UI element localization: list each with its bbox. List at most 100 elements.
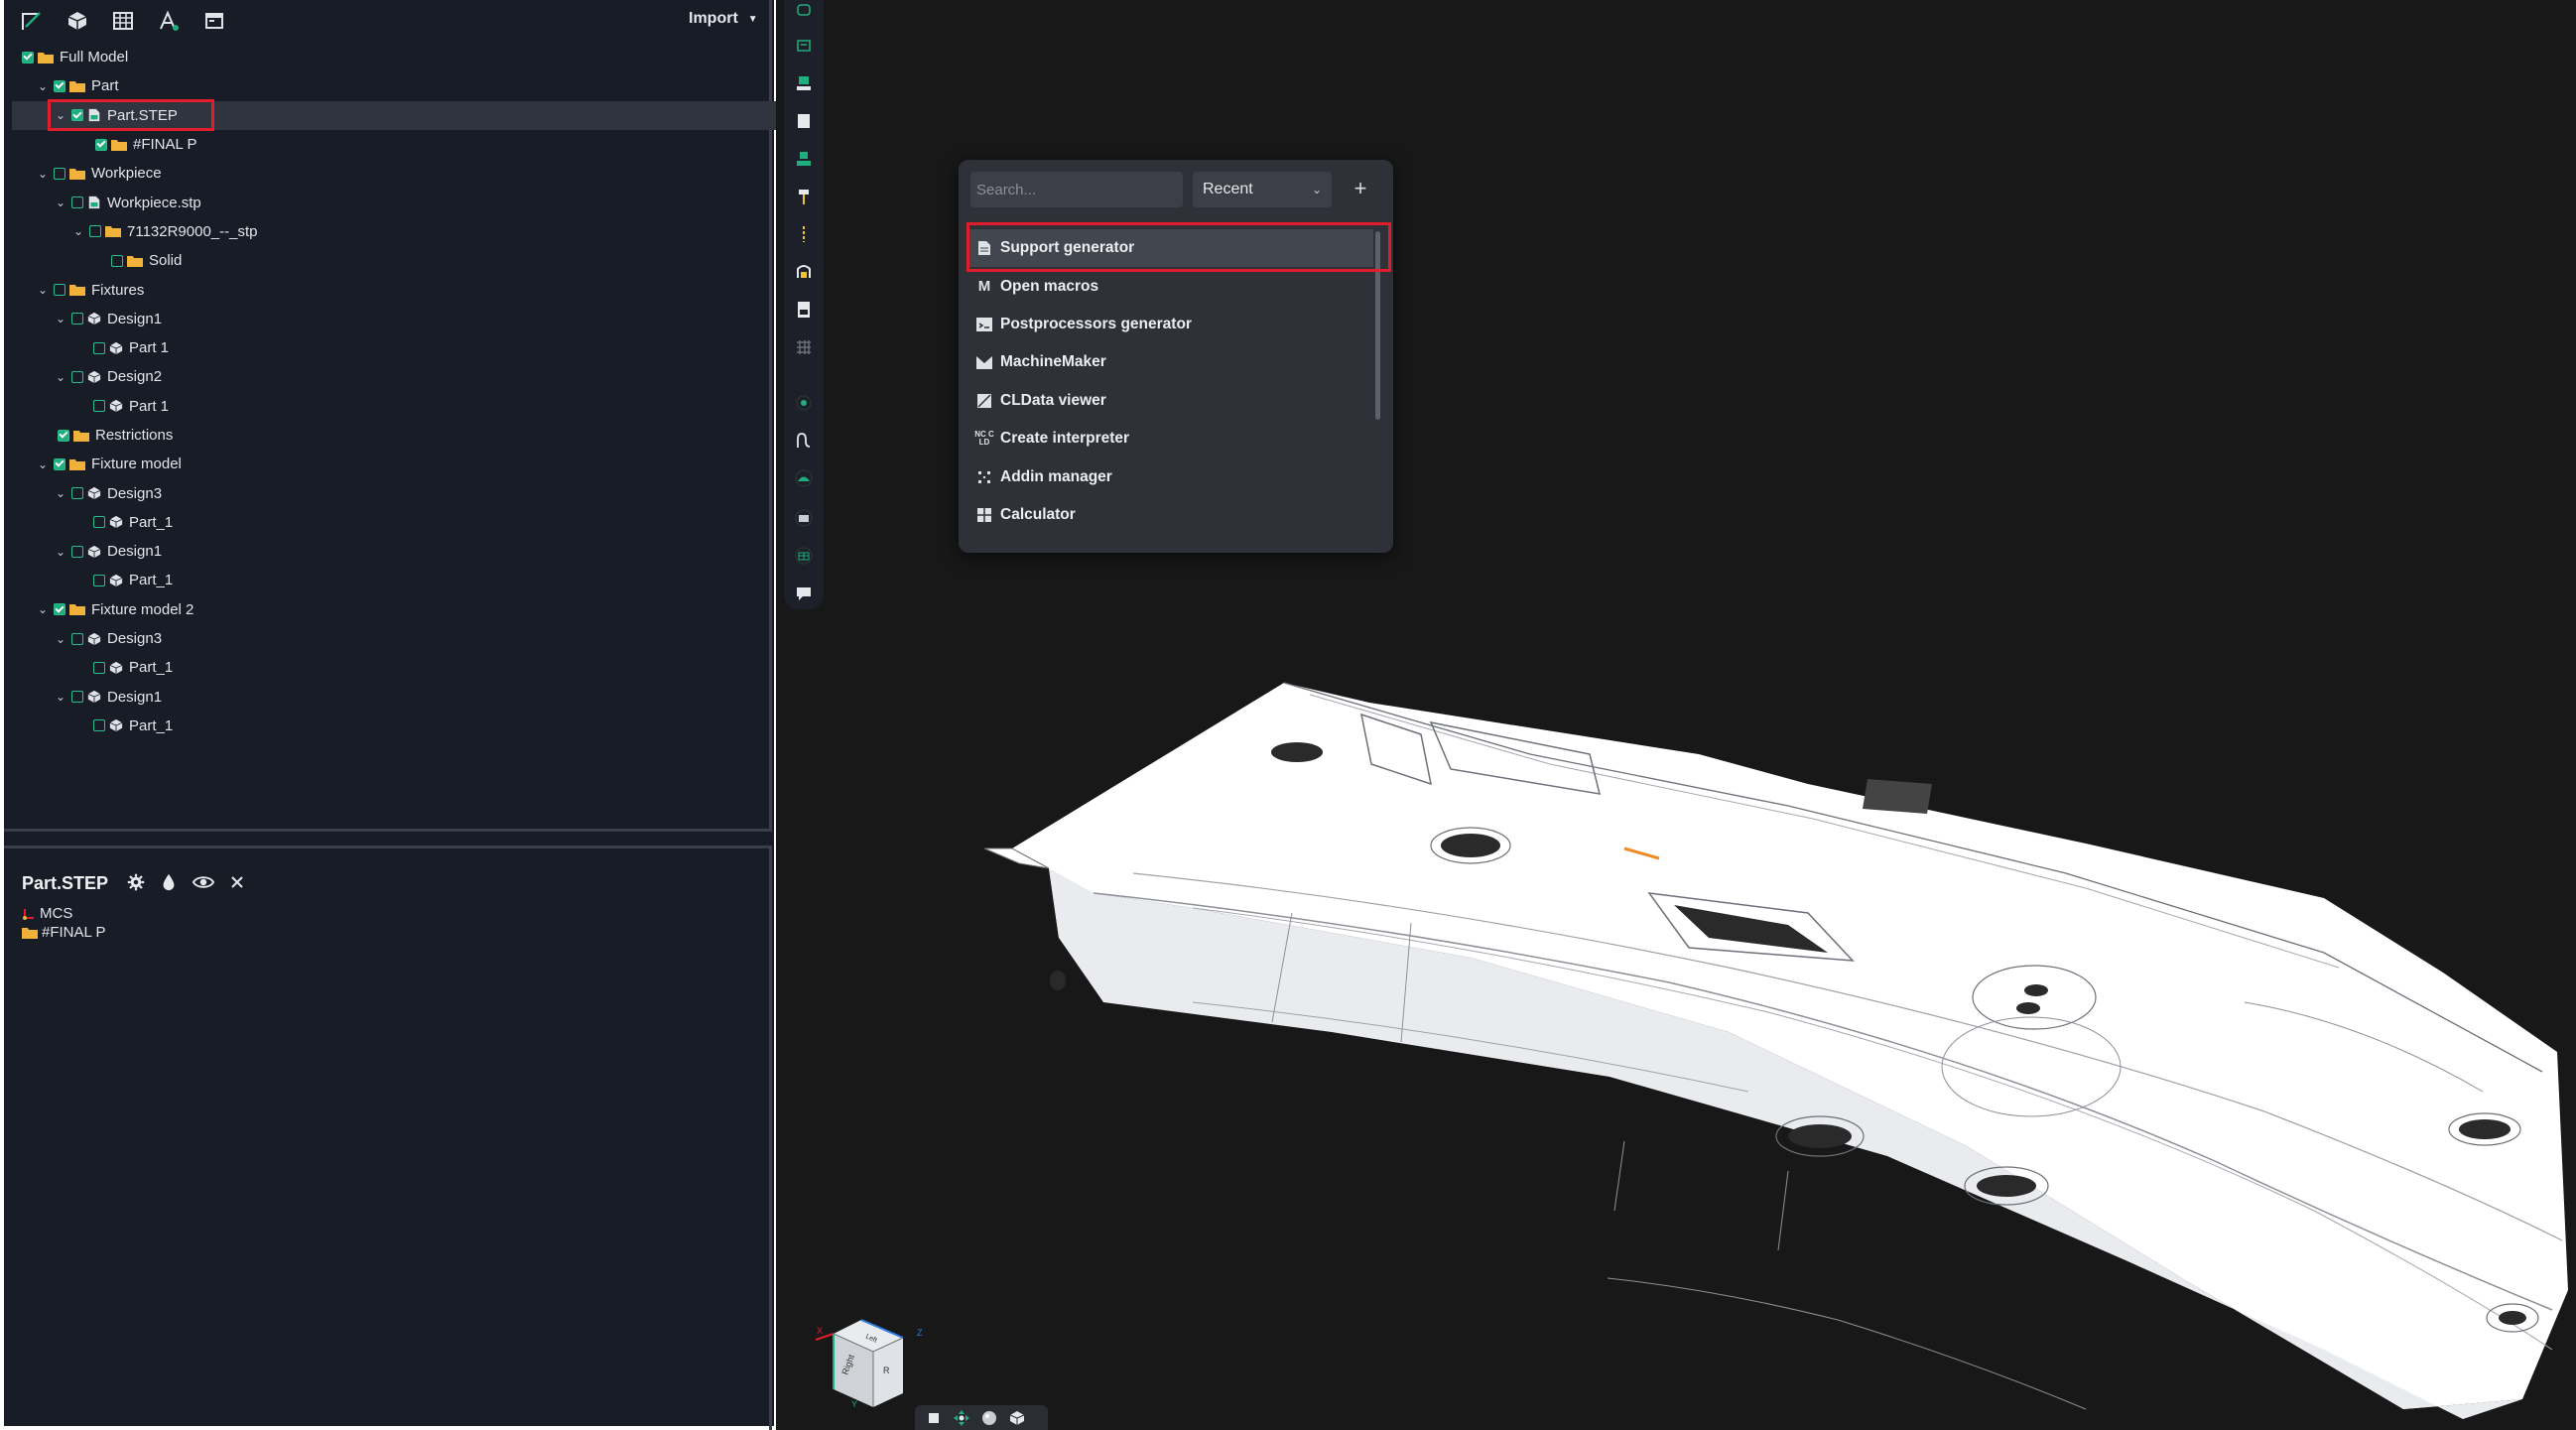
search-input[interactable]: Search... bbox=[970, 172, 1183, 207]
probe-tip-icon[interactable] bbox=[794, 224, 814, 244]
tree-node-workpiece-stp[interactable]: ⌄ Workpiece.stp bbox=[4, 188, 768, 216]
tree-node-full-model[interactable]: Full Model bbox=[4, 43, 768, 71]
visibility-checkbox[interactable] bbox=[93, 341, 105, 354]
visibility-checkbox[interactable] bbox=[54, 79, 65, 92]
tool-icon[interactable] bbox=[794, 73, 814, 93]
visibility-checkbox[interactable] bbox=[71, 313, 83, 325]
tree-node-restrictions[interactable]: Restrictions bbox=[4, 421, 768, 450]
tree-node-final-p[interactable]: #FINAL P bbox=[4, 130, 768, 159]
visibility-checkbox[interactable] bbox=[71, 487, 83, 500]
surface-icon[interactable] bbox=[794, 468, 814, 488]
menu-item-cldata-viewer[interactable]: CLData viewer bbox=[968, 382, 1373, 420]
spindle-icon[interactable] bbox=[794, 149, 814, 169]
tree-node-solid[interactable]: Solid bbox=[4, 246, 768, 275]
close-icon[interactable] bbox=[230, 875, 244, 894]
visibility-checkbox[interactable] bbox=[71, 196, 83, 209]
visibility-checkbox[interactable] bbox=[71, 370, 83, 383]
visibility-checkbox[interactable] bbox=[93, 574, 105, 586]
book-icon[interactable] bbox=[794, 508, 814, 528]
tree-node-fixtures[interactable]: ⌄ Fixtures bbox=[4, 275, 768, 304]
tree-node-design2[interactable]: ⌄ Design2 bbox=[4, 362, 768, 391]
chevron-down-icon[interactable]: ⌄ bbox=[54, 632, 67, 646]
chevron-down-icon[interactable]: ⌄ bbox=[36, 79, 50, 93]
visibility-checkbox[interactable] bbox=[71, 545, 83, 558]
chevron-down-icon[interactable]: ⌄ bbox=[54, 545, 67, 559]
properties-item-mcs[interactable]: MCS bbox=[22, 905, 72, 922]
menu-item-create-interpreter[interactable]: NC CLD Create interpreter bbox=[968, 420, 1373, 457]
pattern-icon[interactable] bbox=[794, 337, 814, 357]
add-button[interactable]: + bbox=[1346, 174, 1375, 203]
menu-item-addin-manager[interactable]: Addin manager bbox=[968, 457, 1373, 495]
tree-node-part-1[interactable]: Part 1 bbox=[4, 392, 768, 421]
sketch-icon[interactable] bbox=[18, 8, 46, 34]
chevron-down-icon[interactable]: ⌄ bbox=[71, 224, 85, 238]
tree-node-part-1[interactable]: Part 1 bbox=[4, 333, 768, 362]
visibility-checkbox[interactable] bbox=[54, 167, 65, 180]
square-view-icon[interactable] bbox=[925, 1409, 943, 1427]
chevron-down-icon[interactable]: ⌄ bbox=[36, 283, 50, 297]
mesh-icon[interactable] bbox=[794, 546, 814, 566]
import-button[interactable]: Import ▼ bbox=[689, 10, 758, 28]
tree-node-part-1[interactable]: Part_1 bbox=[4, 653, 768, 682]
table-icon[interactable] bbox=[109, 8, 137, 34]
chat-icon[interactable] bbox=[794, 584, 814, 603]
tree-node-fixture-model[interactable]: ⌄ Fixture model bbox=[4, 450, 768, 478]
menu-item-open-macros[interactable]: M Open macros bbox=[968, 267, 1373, 305]
visibility-checkbox[interactable] bbox=[71, 632, 83, 645]
window-icon[interactable] bbox=[200, 8, 228, 34]
tree-node-workpiece[interactable]: ⌄ Workpiece bbox=[4, 159, 768, 188]
block-icon[interactable] bbox=[794, 111, 814, 131]
recent-filter-dropdown[interactable]: Recent ⌄ bbox=[1193, 172, 1332, 207]
point-icon[interactable] bbox=[794, 393, 814, 413]
chevron-down-icon[interactable]: ⌄ bbox=[36, 167, 50, 181]
menu-item-calculator[interactable]: Calculator bbox=[968, 496, 1373, 534]
tree-node-part[interactable]: ⌄ Part bbox=[4, 71, 768, 100]
gear-icon[interactable] bbox=[127, 873, 145, 896]
tree-node-design3[interactable]: ⌄ Design3 bbox=[4, 478, 768, 507]
tree-node-design1[interactable]: ⌄ Design1 bbox=[4, 537, 768, 566]
view-cube[interactable]: X Y Z Right Left R bbox=[812, 1312, 931, 1421]
visibility-checkbox[interactable] bbox=[93, 516, 105, 529]
visibility-checkbox[interactable] bbox=[71, 691, 83, 704]
visibility-checkbox[interactable] bbox=[93, 400, 105, 413]
curve-icon[interactable] bbox=[794, 431, 814, 451]
drill-icon[interactable] bbox=[794, 187, 814, 206]
visibility-checkbox[interactable] bbox=[89, 225, 101, 238]
tree-node-design1[interactable]: ⌄ Design1 bbox=[4, 683, 768, 712]
visibility-checkbox[interactable] bbox=[111, 254, 123, 267]
visibility-checkbox[interactable] bbox=[22, 51, 34, 64]
chevron-down-icon[interactable]: ⌄ bbox=[54, 312, 67, 325]
menu-item-machinemaker[interactable]: MachineMaker bbox=[968, 343, 1373, 381]
visibility-checkbox[interactable] bbox=[58, 429, 69, 442]
eye-icon[interactable] bbox=[192, 874, 215, 895]
tree-node-part-1[interactable]: Part_1 bbox=[4, 566, 768, 594]
visibility-checkbox[interactable] bbox=[54, 457, 65, 470]
chevron-down-icon[interactable]: ⌄ bbox=[54, 486, 67, 500]
cube-icon[interactable] bbox=[1008, 1409, 1026, 1427]
holder-icon[interactable] bbox=[794, 36, 814, 56]
visibility-checkbox[interactable] bbox=[93, 719, 105, 732]
chevron-down-icon[interactable]: ⌄ bbox=[54, 370, 67, 384]
visibility-checkbox[interactable] bbox=[95, 138, 107, 151]
text-geometry-icon[interactable] bbox=[155, 8, 183, 34]
properties-item-final-p[interactable]: #FINAL P bbox=[22, 924, 105, 941]
visibility-checkbox[interactable] bbox=[54, 284, 65, 297]
visibility-checkbox[interactable] bbox=[93, 661, 105, 674]
chevron-down-icon[interactable]: ⌄ bbox=[36, 602, 50, 616]
solid-icon[interactable] bbox=[64, 8, 91, 34]
visibility-checkbox[interactable] bbox=[54, 603, 65, 616]
chevron-down-icon[interactable]: ⌄ bbox=[54, 690, 67, 704]
tree-node-design3[interactable]: ⌄ Design3 bbox=[4, 624, 768, 653]
chevron-down-icon[interactable]: ⌄ bbox=[54, 195, 67, 209]
move-icon[interactable] bbox=[953, 1409, 970, 1427]
clamp-icon[interactable] bbox=[794, 262, 814, 282]
menu-item-postprocessors-generator[interactable]: Postprocessors generator bbox=[968, 306, 1373, 343]
drop-icon[interactable] bbox=[161, 873, 177, 896]
tree-node-design1[interactable]: ⌄ Design1 bbox=[4, 305, 768, 333]
chevron-down-icon[interactable]: ⌄ bbox=[36, 457, 50, 471]
tree-node-fixture-model-2[interactable]: ⌄ Fixture model 2 bbox=[4, 595, 768, 624]
probe-icon[interactable] bbox=[794, 0, 814, 20]
tree-node-part-1[interactable]: Part_1 bbox=[4, 712, 768, 740]
sphere-icon[interactable] bbox=[980, 1409, 998, 1427]
tree-node-stp-folder[interactable]: ⌄ 71132R9000_--_stp bbox=[4, 217, 768, 246]
